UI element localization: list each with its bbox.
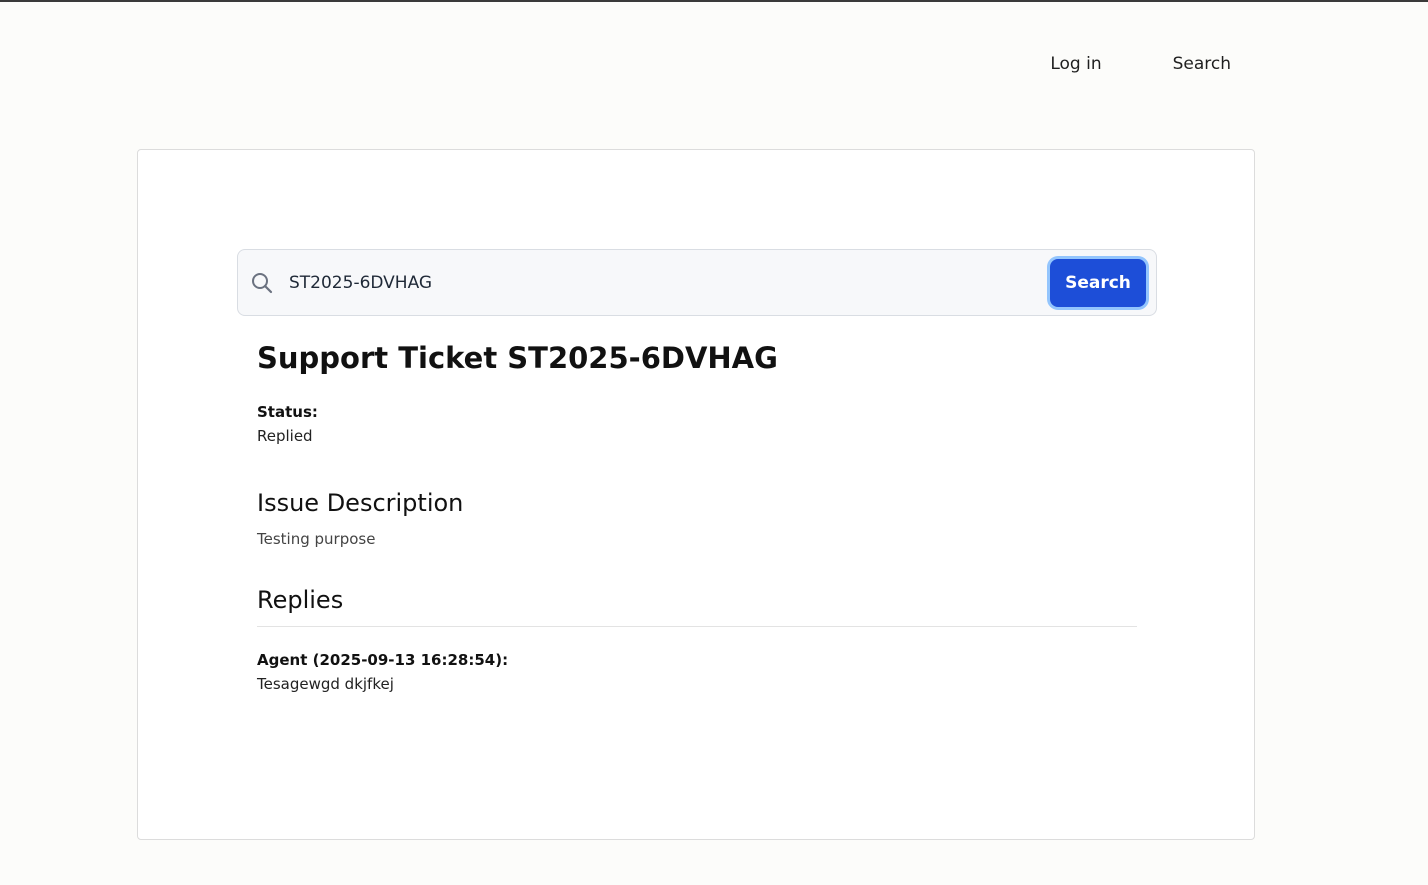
search-input[interactable] [287, 261, 1050, 304]
issue-description-text: Testing purpose [257, 530, 376, 548]
status-value: Replied [257, 427, 313, 445]
issue-description-heading: Issue Description [257, 489, 464, 517]
search-button[interactable]: Search [1050, 258, 1146, 307]
replies-heading: Replies [257, 584, 1137, 627]
search-link[interactable]: Search [1173, 54, 1231, 74]
status-label: Status: [257, 403, 318, 421]
ticket-card: Search Support Ticket ST2025-6DVHAG Stat… [137, 149, 1255, 840]
ticket-details: Support Ticket ST2025-6DVHAG Status: Rep… [257, 338, 1137, 697]
login-link[interactable]: Log in [1050, 54, 1101, 74]
search-bar: Search [237, 249, 1157, 316]
ticket-title: Support Ticket ST2025-6DVHAG [257, 341, 778, 375]
reply-author-timestamp: Agent (2025-09-13 16:28:54): [257, 651, 509, 669]
reply-text: Tesagewgd dkjfkej [257, 675, 394, 693]
top-navigation: Log in Search [1050, 54, 1231, 74]
reply-item: Agent (2025-09-13 16:28:54): Tesagewgd d… [257, 649, 1137, 697]
search-icon [250, 271, 274, 295]
